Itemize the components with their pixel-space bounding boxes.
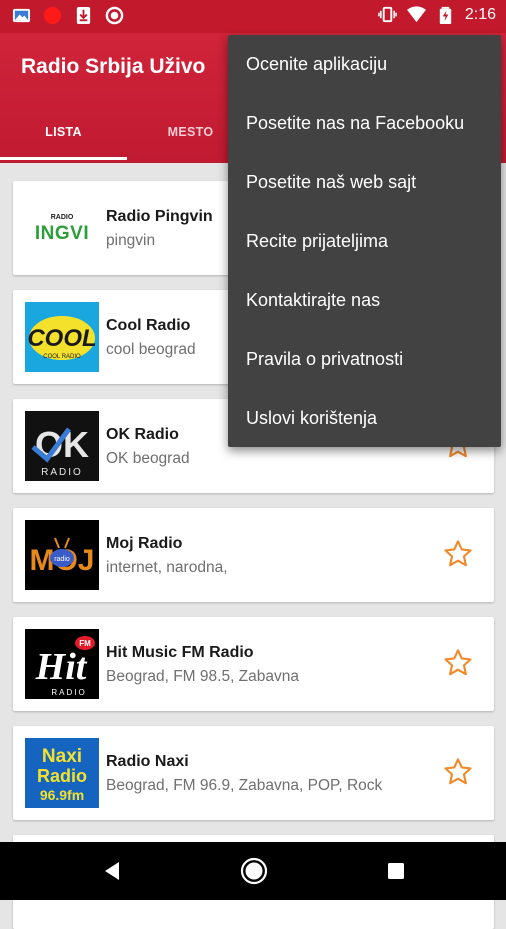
station-name: Hit Music FM Radio bbox=[106, 644, 254, 661]
svg-text:Hit: Hit bbox=[35, 646, 88, 688]
ok-radio-logo: OK RADIO bbox=[25, 411, 99, 481]
wifi-icon bbox=[406, 6, 426, 23]
svg-text:FM: FM bbox=[79, 639, 91, 648]
battery-icon bbox=[439, 6, 452, 24]
station-card[interactable]: Hit FM RADIO Hit Music FM Radio Beograd,… bbox=[13, 617, 494, 711]
svg-text:Naxi: Naxi bbox=[42, 746, 82, 767]
circle-icon bbox=[105, 6, 124, 25]
svg-text:96.9fm: 96.9fm bbox=[40, 787, 84, 803]
station-description: OK beograd bbox=[106, 450, 190, 467]
svg-text:RADIO: RADIO bbox=[51, 688, 86, 697]
menu-item-contact[interactable]: Kontaktirajte nas bbox=[246, 271, 380, 330]
back-icon[interactable] bbox=[101, 860, 123, 882]
menu-item-terms[interactable]: Uslovi korištenja bbox=[246, 389, 377, 448]
station-name: OK Radio bbox=[106, 426, 179, 443]
overflow-menu: Ocenite aplikaciju Posetite nas na Faceb… bbox=[228, 35, 501, 447]
vibrate-icon bbox=[378, 6, 397, 23]
menu-item-privacy[interactable]: Pravila o privatnosti bbox=[246, 330, 403, 389]
hit-fm-logo: Hit FM RADIO bbox=[25, 629, 99, 699]
station-description: cool beograd bbox=[106, 341, 196, 358]
station-description: Beograd, FM 98.5, Zabavna bbox=[106, 668, 300, 685]
station-card[interactable]: Naxi Radio 96.9fm Radio Naxi Beograd, FM… bbox=[13, 726, 494, 820]
svg-text:COOL: COOL bbox=[27, 325, 96, 352]
station-name: Moj Radio bbox=[106, 535, 183, 552]
favorite-star-icon[interactable] bbox=[442, 756, 474, 788]
menu-item-facebook[interactable]: Posetite nas na Facebooku bbox=[246, 94, 464, 153]
home-icon[interactable] bbox=[240, 857, 268, 885]
svg-text:RADIO: RADIO bbox=[41, 467, 83, 478]
station-description: internet, narodna, bbox=[106, 559, 228, 576]
recents-icon[interactable] bbox=[386, 861, 406, 881]
station-name: Radio Pingvin bbox=[106, 208, 213, 225]
menu-item-rate-app[interactable]: Ocenite aplikaciju bbox=[246, 35, 387, 94]
download-icon bbox=[76, 6, 91, 25]
pingvin-logo: RADIO INGVI bbox=[25, 193, 99, 263]
menu-item-share[interactable]: Recite prijateljima bbox=[246, 212, 388, 271]
tab-indicator bbox=[0, 157, 127, 160]
record-icon bbox=[43, 6, 62, 25]
cool-radio-logo: COOL COOL RADIO bbox=[25, 302, 99, 372]
menu-item-website[interactable]: Posetite naš web sajt bbox=[246, 153, 416, 212]
station-description: Beograd, FM 96.9, Zabavna, POP, Rock bbox=[106, 777, 383, 794]
moj-radio-logo: MOJ radio bbox=[25, 520, 99, 590]
status-bar: 2:16 bbox=[0, 0, 506, 33]
tab-lista[interactable]: LISTA bbox=[0, 111, 127, 163]
station-card[interactable]: MOJ radio Moj Radio internet, narodna, bbox=[13, 508, 494, 602]
image-icon bbox=[12, 8, 31, 23]
station-name: Radio Naxi bbox=[106, 753, 189, 770]
app-title: Radio Srbija Uživo bbox=[21, 55, 206, 78]
favorite-star-icon[interactable] bbox=[442, 647, 474, 679]
svg-text:RADIO: RADIO bbox=[51, 214, 74, 221]
naxi-radio-logo: Naxi Radio 96.9fm bbox=[25, 738, 99, 808]
svg-text:Radio: Radio bbox=[37, 766, 87, 786]
svg-text:COOL RADIO: COOL RADIO bbox=[43, 354, 81, 360]
clock: 2:16 bbox=[464, 5, 496, 23]
svg-text:radio: radio bbox=[54, 556, 70, 563]
station-name: Cool Radio bbox=[106, 317, 191, 334]
favorite-star-icon[interactable] bbox=[442, 538, 474, 570]
navigation-bar bbox=[0, 842, 506, 900]
station-description: pingvin bbox=[106, 232, 156, 249]
svg-text:INGVI: INGVI bbox=[35, 223, 89, 244]
